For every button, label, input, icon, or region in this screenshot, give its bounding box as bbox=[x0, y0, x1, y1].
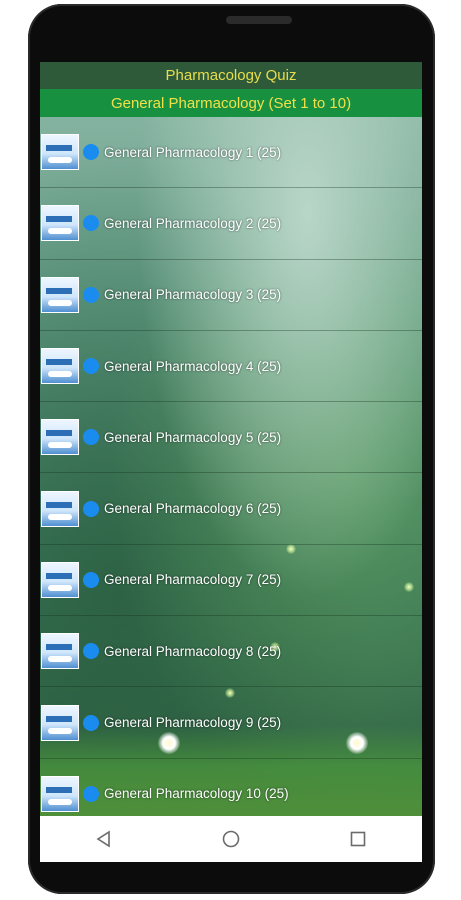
system-navigation-bar bbox=[40, 816, 422, 862]
bullet-icon bbox=[83, 571, 99, 588]
quiz-set-item[interactable]: General Pharmacology 6 (25) bbox=[40, 473, 422, 545]
quiz-set-label: General Pharmacology 6 (25) bbox=[104, 501, 282, 517]
bullet-icon bbox=[83, 358, 99, 375]
quiz-set-label: General Pharmacology 2 (25) bbox=[104, 215, 282, 231]
quiz-set-item[interactable]: General Pharmacology 1 (25) bbox=[40, 117, 422, 189]
pharmacology-thumbnail-icon bbox=[41, 775, 79, 812]
back-button[interactable] bbox=[84, 819, 124, 859]
quiz-set-label: General Pharmacology 9 (25) bbox=[104, 715, 282, 731]
home-icon bbox=[222, 830, 240, 848]
quiz-set-list: General Pharmacology 1 (25) General Phar… bbox=[40, 117, 422, 816]
bullet-icon bbox=[83, 643, 99, 660]
bullet-icon bbox=[83, 714, 99, 731]
home-button[interactable] bbox=[211, 819, 251, 859]
quiz-set-label: General Pharmacology 3 (25) bbox=[104, 287, 282, 303]
speaker-grille bbox=[226, 16, 292, 24]
quiz-set-item[interactable]: General Pharmacology 2 (25) bbox=[40, 188, 422, 260]
quiz-set-label: General Pharmacology 1 (25) bbox=[104, 144, 282, 160]
pharmacology-thumbnail-icon bbox=[41, 348, 79, 385]
quiz-set-label: General Pharmacology 8 (25) bbox=[104, 643, 282, 659]
bullet-icon bbox=[83, 215, 99, 232]
quiz-set-item[interactable]: General Pharmacology 3 (25) bbox=[40, 260, 422, 331]
quiz-set-item[interactable]: General Pharmacology 4 (25) bbox=[40, 331, 422, 403]
recents-icon bbox=[351, 831, 366, 847]
bullet-icon bbox=[83, 286, 99, 303]
pharmacology-thumbnail-icon bbox=[41, 704, 79, 741]
quiz-set-item[interactable]: General Pharmacology 8 (25) bbox=[40, 616, 422, 688]
quiz-set-label: General Pharmacology 4 (25) bbox=[104, 358, 282, 374]
quiz-set-label: General Pharmacology 10 (25) bbox=[104, 786, 289, 802]
quiz-set-label: General Pharmacology 5 (25) bbox=[104, 429, 282, 445]
bullet-icon bbox=[83, 429, 99, 446]
back-icon bbox=[96, 830, 110, 848]
pharmacology-thumbnail-icon bbox=[41, 561, 79, 598]
app-title-bar: Pharmacology Quiz bbox=[40, 62, 422, 89]
bullet-icon bbox=[83, 785, 99, 802]
quiz-set-item[interactable]: General Pharmacology 5 (25) bbox=[40, 402, 422, 474]
quiz-set-item[interactable]: General Pharmacology 7 (25) bbox=[40, 545, 422, 617]
recents-button[interactable] bbox=[338, 819, 378, 859]
bullet-icon bbox=[83, 144, 99, 161]
pharmacology-thumbnail-icon bbox=[41, 276, 79, 313]
pharmacology-thumbnail-icon bbox=[41, 205, 79, 242]
section-title: General Pharmacology (Set 1 to 10) bbox=[110, 94, 352, 112]
pharmacology-thumbnail-icon bbox=[41, 419, 79, 456]
app-screen: Pharmacology Quiz General Pharmacology (… bbox=[40, 62, 422, 816]
bullet-icon bbox=[83, 500, 99, 517]
quiz-set-label: General Pharmacology 7 (25) bbox=[104, 572, 282, 588]
quiz-set-item[interactable]: General Pharmacology 9 (25) bbox=[40, 687, 422, 759]
quiz-set-item[interactable]: General Pharmacology 10 (25) bbox=[40, 759, 422, 816]
app-title: Pharmacology Quiz bbox=[165, 67, 297, 84]
section-header: General Pharmacology (Set 1 to 10) bbox=[40, 89, 422, 117]
pharmacology-thumbnail-icon bbox=[41, 633, 79, 670]
pharmacology-thumbnail-icon bbox=[41, 134, 79, 171]
pharmacology-thumbnail-icon bbox=[41, 490, 79, 527]
